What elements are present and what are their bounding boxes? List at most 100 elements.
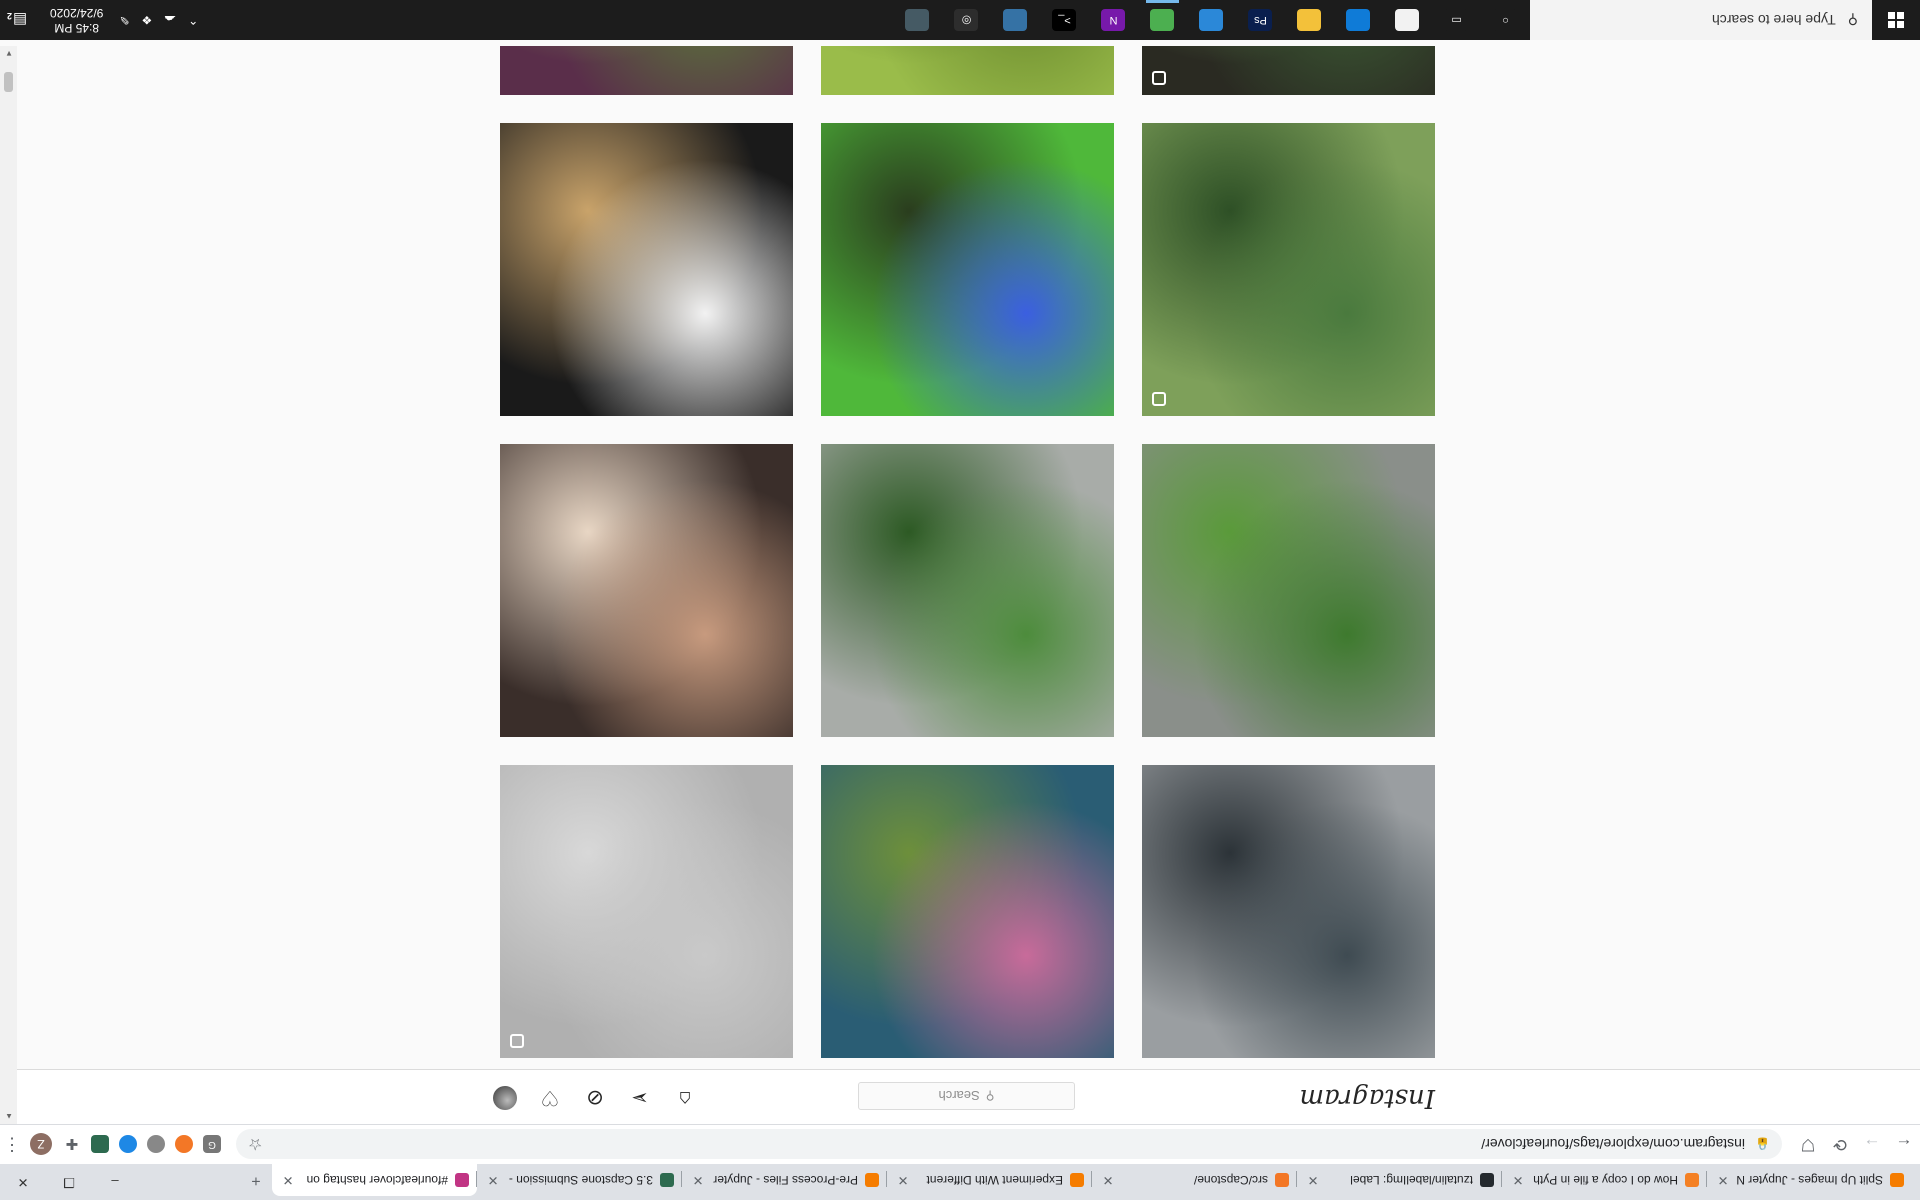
browser-tab[interactable]: Split Up Images - Jupyter N ✕ [1707, 1164, 1912, 1196]
taskbar-search-box[interactable]: ⚲ Type here to search [1530, 0, 1872, 40]
tab-close-icon[interactable]: ✕ [485, 1172, 501, 1188]
browser-tab[interactable]: src/Capstone/ ✕ [1092, 1164, 1297, 1196]
tab-close-icon[interactable]: ✕ [1100, 1172, 1116, 1188]
post-thumbnail[interactable] [500, 765, 793, 1058]
reload-button[interactable]: ⟳ [1824, 1129, 1856, 1161]
home-icon[interactable]: ⌂ [673, 1086, 697, 1110]
post-thumbnail[interactable] [821, 46, 1114, 95]
terminal-icon: >_ [1052, 9, 1077, 31]
address-bar[interactable]: 🔒 instagram.com/explore/tags/fourleafclo… [236, 1129, 1782, 1160]
pen-icon[interactable]: ✎ [113, 13, 135, 27]
taskbar-clock[interactable]: 8:45 PM 9/24/2020 [40, 5, 113, 35]
edge-icon [1346, 9, 1371, 31]
kebab-menu-icon: ⋮ [3, 1135, 21, 1155]
taskbar-app-calculator[interactable] [893, 0, 942, 40]
lock-icon: 🔒 [1755, 1137, 1770, 1152]
instagram-logo[interactable]: Instagram [1299, 1083, 1435, 1113]
extension-gray[interactable] [142, 1131, 170, 1159]
close-window-button[interactable]: ✕ [0, 1164, 46, 1200]
scrollbar-thumb[interactable] [4, 72, 13, 92]
page-scrollbar[interactable]: ▲ ▼ [0, 46, 17, 1124]
tab-close-icon[interactable]: ✕ [895, 1172, 911, 1188]
taskbar-app-task-view[interactable]: ▭ [1432, 0, 1481, 40]
tab-close-icon[interactable]: ✕ [1715, 1172, 1731, 1188]
profile-avatar[interactable]: Z [30, 1133, 52, 1156]
extension-shield-button[interactable]: ⛉ [1792, 1129, 1824, 1161]
search-icon: ⚲ [985, 1089, 995, 1103]
carousel-post-icon [1152, 392, 1166, 406]
extension-orange[interactable] [170, 1131, 198, 1159]
forward-button[interactable]: → [1856, 1129, 1888, 1161]
minimize-button[interactable]: – [92, 1164, 138, 1200]
start-button[interactable] [1872, 0, 1920, 40]
taskbar-app-terminal[interactable]: >_ [1040, 0, 1089, 40]
tab-favicon-icon [1890, 1173, 1904, 1187]
windows-logo-icon [1888, 12, 1904, 28]
post-thumbnail[interactable] [821, 123, 1114, 416]
extension-google[interactable]: G [198, 1131, 226, 1159]
browser-tab[interactable]: Pre-Process Files - Jupyter ✕ [682, 1164, 887, 1196]
taskbar-app-onenote[interactable]: N [1089, 0, 1138, 40]
explore-compass-icon[interactable]: ⊘ [583, 1086, 607, 1110]
post-thumbnail[interactable] [1142, 46, 1435, 95]
browser-tab[interactable]: How do I copy a file in Pyth ✕ [1502, 1164, 1707, 1196]
post-thumbnail[interactable] [500, 123, 793, 416]
onedrive-cloud-icon[interactable]: ☁ [158, 13, 182, 27]
post-thumbnail[interactable] [1142, 123, 1435, 416]
photoshop-icon: Ps [1248, 9, 1273, 31]
scroll-up-arrow-icon[interactable]: ▲ [5, 1112, 13, 1121]
taskbar-app-photoshop[interactable]: Ps [1236, 0, 1285, 40]
taskbar-app-cortana[interactable]: ○ [1481, 0, 1530, 40]
post-thumbnail[interactable] [821, 444, 1114, 737]
restore-button[interactable]: ❐ [46, 1164, 92, 1200]
browser-tab[interactable]: tzutalin/labelImg: Label ✕ [1297, 1164, 1502, 1196]
action-center-button[interactable]: ▤ 2 [0, 11, 40, 29]
search-icon: ⚲ [1847, 12, 1858, 29]
post-thumbnail[interactable] [821, 765, 1114, 1058]
browser-tab-strip: Split Up Images - Jupyter N ✕ How do I cop… [0, 1164, 1920, 1200]
back-button[interactable]: ← [1888, 1129, 1920, 1161]
bookmark-star-icon[interactable]: ☆ [248, 1135, 262, 1155]
extension-blue[interactable] [114, 1131, 142, 1159]
extension-green[interactable] [86, 1131, 114, 1159]
task-view-icon: ▭ [1444, 9, 1469, 31]
search-input[interactable]: ⚲ Search [858, 1082, 1075, 1110]
activity-heart-icon[interactable]: ♡ [538, 1086, 562, 1110]
clock-time: 8:45 PM [54, 21, 100, 35]
window-controls: – ❐ ✕ [0, 1164, 138, 1200]
post-thumbnail[interactable] [1142, 444, 1435, 737]
windows-taskbar: ⚲ Type here to search ○ ▭ Ps N >_ ◎ ⌃ ☁ ❖ ✎ 8… [0, 0, 1920, 40]
browser-tab[interactable]: Experiment With Different ✕ [887, 1164, 1092, 1196]
direct-message-icon[interactable]: ➢ [628, 1086, 652, 1110]
file-explorer-icon [1297, 9, 1322, 31]
browser-tab[interactable]: #fourleafclover hashtag on ✕ [272, 1164, 477, 1196]
tab-close-icon[interactable]: ✕ [1305, 1172, 1321, 1188]
taskbar-app-python[interactable] [991, 0, 1040, 40]
tab-close-icon[interactable]: ✕ [690, 1172, 706, 1188]
scroll-down-arrow-icon[interactable]: ▼ [5, 49, 13, 58]
taskbar-app-microsoft-store[interactable] [1383, 0, 1432, 40]
tab-title: Split Up Images - Jupyter N [1736, 1173, 1883, 1187]
profile-avatar-icon[interactable] [493, 1086, 517, 1110]
post-thumbnail[interactable] [1142, 765, 1435, 1058]
taskbar-app-file-explorer[interactable] [1285, 0, 1334, 40]
tab-close-icon[interactable]: ✕ [280, 1172, 296, 1188]
tab-close-icon[interactable]: ✕ [1510, 1172, 1526, 1188]
taskbar-app-photos[interactable] [1187, 0, 1236, 40]
taskbar-app-jupyter[interactable]: ◎ [942, 0, 991, 40]
browser-menu-button[interactable]: ⋮ [0, 1134, 24, 1155]
new-tab-button[interactable]: + [240, 1164, 272, 1196]
notification-count: 2 [7, 11, 13, 21]
tab-title: Pre-Process Files - Jupyter [713, 1173, 858, 1187]
post-thumbnail[interactable] [500, 46, 793, 95]
system-tray: ⌃ ☁ ❖ ✎ 8:45 PM 9/24/2020 ▤ 2 [0, 0, 204, 40]
taskbar-app-chrome[interactable] [1138, 0, 1187, 40]
extensions-button[interactable]: ✚ [58, 1131, 86, 1159]
dropbox-icon[interactable]: ❖ [135, 13, 158, 27]
taskbar-app-edge[interactable] [1334, 0, 1383, 40]
blue-circle-icon [119, 1135, 137, 1154]
browser-tab[interactable]: 3.5 Capstone Submission - ✕ [477, 1164, 682, 1196]
tab-favicon-icon [1685, 1173, 1699, 1187]
show-hidden-icons-chevron-icon[interactable]: ⌃ [182, 13, 204, 27]
post-thumbnail[interactable] [500, 444, 793, 737]
